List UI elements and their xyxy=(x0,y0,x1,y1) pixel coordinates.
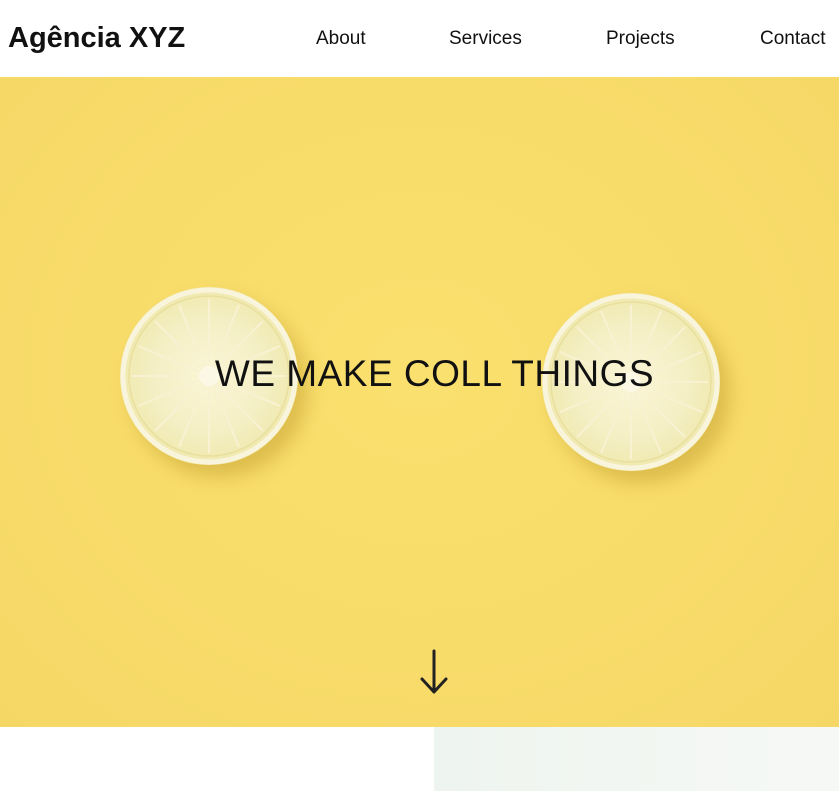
nav-services-link[interactable]: Services xyxy=(449,27,522,51)
nav-contact-link[interactable]: Contact xyxy=(760,27,825,51)
brand-logo[interactable]: Agência XYZ xyxy=(8,20,185,56)
arrow-down-icon[interactable] xyxy=(414,647,454,699)
site-header: Agência XYZ About Services Projects Cont… xyxy=(0,0,839,77)
nav-about-link[interactable]: About xyxy=(316,27,366,51)
hero-section: WE MAKE COLL THINGS xyxy=(0,77,839,727)
nav-projects-link[interactable]: Projects xyxy=(606,27,675,51)
content-section-left xyxy=(0,727,434,791)
hero-headline: WE MAKE COLL THINGS xyxy=(214,353,655,394)
content-image xyxy=(434,727,839,791)
page: Agência XYZ About Services Projects Cont… xyxy=(0,0,839,791)
